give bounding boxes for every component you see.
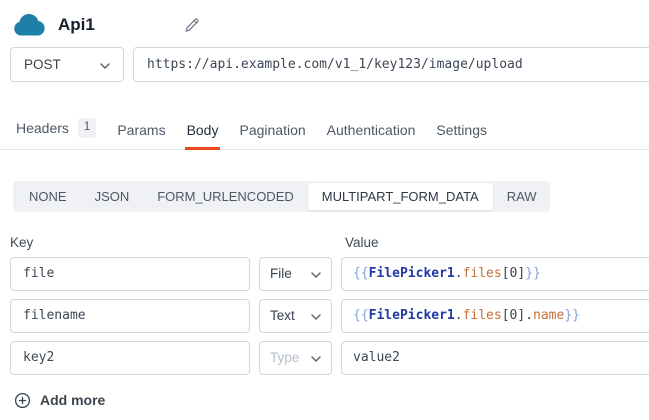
type-select[interactable]: File	[259, 257, 332, 291]
url-input[interactable]	[133, 47, 649, 82]
tab-label: Params	[117, 122, 165, 138]
body-type-json[interactable]: JSON	[81, 183, 144, 210]
request-row: POST	[10, 47, 649, 82]
cloud-icon	[12, 12, 48, 38]
http-method-value: POST	[24, 57, 61, 72]
tab-headers[interactable]: Headers 1	[14, 118, 98, 149]
type-select[interactable]: Type	[259, 341, 332, 375]
type-select[interactable]: Text	[259, 299, 332, 333]
value-input[interactable]: {{FilePicker1.files[0]}}	[341, 257, 649, 291]
type-select-placeholder: Type	[270, 350, 299, 365]
page-title: Api1	[58, 15, 95, 35]
tab-params[interactable]: Params	[115, 122, 167, 149]
chevron-down-icon	[311, 308, 321, 323]
key-input[interactable]	[10, 257, 250, 291]
body-type-form-urlencoded[interactable]: FORM_URLENCODED	[143, 183, 308, 210]
add-more-label: Add more	[40, 392, 105, 408]
type-select-value: File	[270, 266, 292, 281]
tab-label: Body	[187, 122, 219, 138]
chevron-down-icon	[311, 266, 321, 281]
circle-plus-icon	[14, 392, 31, 409]
kv-column-labels: Key Value	[10, 235, 649, 250]
body-type-selector: NONE JSON FORM_URLENCODED MULTIPART_FORM…	[13, 181, 550, 212]
type-select-value: Text	[270, 308, 295, 323]
form-row-3: Type value2	[10, 341, 649, 375]
value-input[interactable]: value2	[341, 341, 649, 375]
key-column-label: Key	[10, 235, 345, 250]
request-tabs: Headers 1 Params Body Pagination Authent…	[0, 118, 649, 150]
key-input[interactable]	[10, 299, 250, 333]
tab-authentication[interactable]: Authentication	[325, 122, 418, 149]
form-row-1: File {{FilePicker1.files[0]}}	[10, 257, 649, 291]
tab-body[interactable]: Body	[185, 122, 221, 149]
api-header: Api1	[0, 0, 649, 38]
body-type-none[interactable]: NONE	[15, 183, 81, 210]
body-type-raw[interactable]: RAW	[493, 183, 551, 210]
tab-label: Pagination	[239, 122, 305, 138]
key-input[interactable]	[10, 341, 250, 375]
headers-count-badge: 1	[78, 118, 96, 138]
tab-settings[interactable]: Settings	[434, 122, 489, 149]
tab-label: Headers	[16, 120, 69, 136]
add-more-button[interactable]: Add more	[14, 392, 649, 409]
pencil-icon[interactable]	[183, 17, 200, 34]
tab-label: Authentication	[327, 122, 416, 138]
body-type-multipart-form-data[interactable]: MULTIPART_FORM_DATA	[308, 183, 493, 210]
chevron-down-icon	[100, 57, 110, 72]
tab-pagination[interactable]: Pagination	[237, 122, 307, 149]
tab-label: Settings	[436, 122, 487, 138]
value-input[interactable]: {{FilePicker1.files[0].name}}	[341, 299, 649, 333]
value-column-label: Value	[345, 235, 379, 250]
http-method-select[interactable]: POST	[10, 47, 124, 82]
chevron-down-icon	[311, 350, 321, 365]
form-row-2: Text {{FilePicker1.files[0].name}}	[10, 299, 649, 333]
